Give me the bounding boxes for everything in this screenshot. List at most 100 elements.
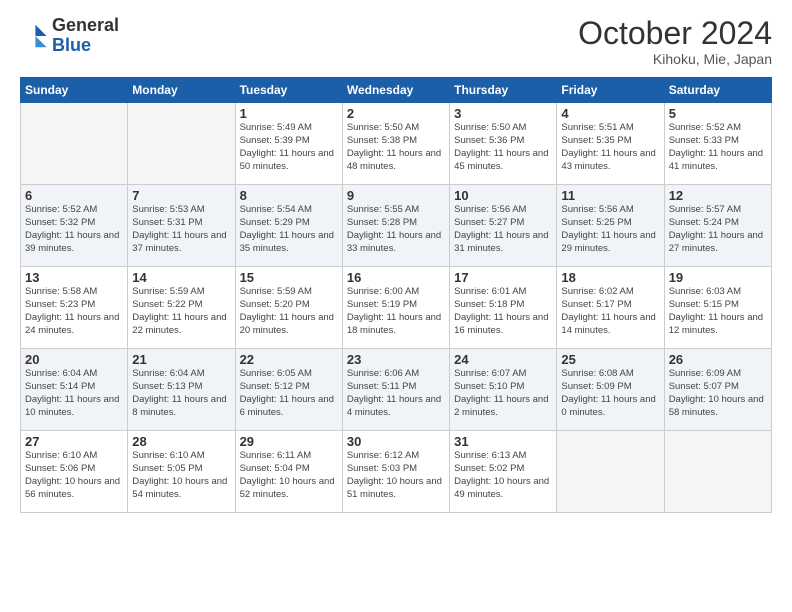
day-number: 6 [25, 188, 123, 203]
table-row: 2Sunrise: 5:50 AMSunset: 5:38 PMDaylight… [342, 103, 449, 185]
day-number: 19 [669, 270, 767, 285]
day-info: Sunrise: 6:07 AMSunset: 5:10 PMDaylight:… [454, 368, 552, 419]
day-number: 17 [454, 270, 552, 285]
day-number: 25 [561, 352, 659, 367]
day-number: 13 [25, 270, 123, 285]
col-monday: Monday [128, 78, 235, 103]
day-info: Sunrise: 5:59 AMSunset: 5:22 PMDaylight:… [132, 286, 230, 337]
col-thursday: Thursday [450, 78, 557, 103]
day-number: 30 [347, 434, 445, 449]
table-row: 16Sunrise: 6:00 AMSunset: 5:19 PMDayligh… [342, 267, 449, 349]
day-info: Sunrise: 6:10 AMSunset: 5:05 PMDaylight:… [132, 450, 230, 501]
table-row: 29Sunrise: 6:11 AMSunset: 5:04 PMDayligh… [235, 431, 342, 513]
calendar-week-row: 6Sunrise: 5:52 AMSunset: 5:32 PMDaylight… [21, 185, 772, 267]
table-row: 18Sunrise: 6:02 AMSunset: 5:17 PMDayligh… [557, 267, 664, 349]
day-number: 31 [454, 434, 552, 449]
table-row: 22Sunrise: 6:05 AMSunset: 5:12 PMDayligh… [235, 349, 342, 431]
day-number: 24 [454, 352, 552, 367]
title-block: October 2024 Kihoku, Mie, Japan [578, 16, 772, 67]
col-wednesday: Wednesday [342, 78, 449, 103]
table-row: 31Sunrise: 6:13 AMSunset: 5:02 PMDayligh… [450, 431, 557, 513]
table-row [664, 431, 771, 513]
day-info: Sunrise: 5:59 AMSunset: 5:20 PMDaylight:… [240, 286, 338, 337]
table-row: 8Sunrise: 5:54 AMSunset: 5:29 PMDaylight… [235, 185, 342, 267]
day-number: 5 [669, 106, 767, 121]
day-info: Sunrise: 5:53 AMSunset: 5:31 PMDaylight:… [132, 204, 230, 255]
day-number: 2 [347, 106, 445, 121]
col-tuesday: Tuesday [235, 78, 342, 103]
day-info: Sunrise: 6:13 AMSunset: 5:02 PMDaylight:… [454, 450, 552, 501]
table-row: 23Sunrise: 6:06 AMSunset: 5:11 PMDayligh… [342, 349, 449, 431]
table-row: 20Sunrise: 6:04 AMSunset: 5:14 PMDayligh… [21, 349, 128, 431]
table-row: 21Sunrise: 6:04 AMSunset: 5:13 PMDayligh… [128, 349, 235, 431]
table-row [21, 103, 128, 185]
day-info: Sunrise: 5:50 AMSunset: 5:38 PMDaylight:… [347, 122, 445, 173]
day-info: Sunrise: 6:09 AMSunset: 5:07 PMDaylight:… [669, 368, 767, 419]
day-info: Sunrise: 6:08 AMSunset: 5:09 PMDaylight:… [561, 368, 659, 419]
calendar-week-row: 20Sunrise: 6:04 AMSunset: 5:14 PMDayligh… [21, 349, 772, 431]
day-info: Sunrise: 5:52 AMSunset: 5:32 PMDaylight:… [25, 204, 123, 255]
col-sunday: Sunday [21, 78, 128, 103]
day-number: 28 [132, 434, 230, 449]
day-info: Sunrise: 6:05 AMSunset: 5:12 PMDaylight:… [240, 368, 338, 419]
table-row: 10Sunrise: 5:56 AMSunset: 5:27 PMDayligh… [450, 185, 557, 267]
table-row: 24Sunrise: 6:07 AMSunset: 5:10 PMDayligh… [450, 349, 557, 431]
table-row: 30Sunrise: 6:12 AMSunset: 5:03 PMDayligh… [342, 431, 449, 513]
day-number: 15 [240, 270, 338, 285]
day-number: 20 [25, 352, 123, 367]
day-info: Sunrise: 6:03 AMSunset: 5:15 PMDaylight:… [669, 286, 767, 337]
day-number: 7 [132, 188, 230, 203]
day-number: 14 [132, 270, 230, 285]
table-row: 17Sunrise: 6:01 AMSunset: 5:18 PMDayligh… [450, 267, 557, 349]
day-info: Sunrise: 5:56 AMSunset: 5:27 PMDaylight:… [454, 204, 552, 255]
day-info: Sunrise: 6:11 AMSunset: 5:04 PMDaylight:… [240, 450, 338, 501]
table-row [128, 103, 235, 185]
calendar-week-row: 1Sunrise: 5:49 AMSunset: 5:39 PMDaylight… [21, 103, 772, 185]
day-info: Sunrise: 5:52 AMSunset: 5:33 PMDaylight:… [669, 122, 767, 173]
day-number: 9 [347, 188, 445, 203]
day-number: 29 [240, 434, 338, 449]
table-row: 25Sunrise: 6:08 AMSunset: 5:09 PMDayligh… [557, 349, 664, 431]
day-number: 12 [669, 188, 767, 203]
day-number: 18 [561, 270, 659, 285]
table-row: 12Sunrise: 5:57 AMSunset: 5:24 PMDayligh… [664, 185, 771, 267]
col-saturday: Saturday [664, 78, 771, 103]
day-number: 21 [132, 352, 230, 367]
day-info: Sunrise: 5:50 AMSunset: 5:36 PMDaylight:… [454, 122, 552, 173]
day-info: Sunrise: 6:06 AMSunset: 5:11 PMDaylight:… [347, 368, 445, 419]
day-info: Sunrise: 5:58 AMSunset: 5:23 PMDaylight:… [25, 286, 123, 337]
table-row: 11Sunrise: 5:56 AMSunset: 5:25 PMDayligh… [557, 185, 664, 267]
day-number: 22 [240, 352, 338, 367]
day-info: Sunrise: 6:04 AMSunset: 5:14 PMDaylight:… [25, 368, 123, 419]
table-row: 1Sunrise: 5:49 AMSunset: 5:39 PMDaylight… [235, 103, 342, 185]
table-row: 4Sunrise: 5:51 AMSunset: 5:35 PMDaylight… [557, 103, 664, 185]
table-row: 5Sunrise: 5:52 AMSunset: 5:33 PMDaylight… [664, 103, 771, 185]
logo-icon [20, 22, 48, 50]
day-number: 10 [454, 188, 552, 203]
day-info: Sunrise: 5:57 AMSunset: 5:24 PMDaylight:… [669, 204, 767, 255]
day-info: Sunrise: 6:12 AMSunset: 5:03 PMDaylight:… [347, 450, 445, 501]
day-info: Sunrise: 6:00 AMSunset: 5:19 PMDaylight:… [347, 286, 445, 337]
table-row: 13Sunrise: 5:58 AMSunset: 5:23 PMDayligh… [21, 267, 128, 349]
header: General Blue October 2024 Kihoku, Mie, J… [20, 16, 772, 67]
table-row: 3Sunrise: 5:50 AMSunset: 5:36 PMDaylight… [450, 103, 557, 185]
table-row: 14Sunrise: 5:59 AMSunset: 5:22 PMDayligh… [128, 267, 235, 349]
day-number: 4 [561, 106, 659, 121]
day-info: Sunrise: 6:01 AMSunset: 5:18 PMDaylight:… [454, 286, 552, 337]
table-row: 6Sunrise: 5:52 AMSunset: 5:32 PMDaylight… [21, 185, 128, 267]
day-number: 23 [347, 352, 445, 367]
month-title: October 2024 [578, 16, 772, 51]
calendar-week-row: 27Sunrise: 6:10 AMSunset: 5:06 PMDayligh… [21, 431, 772, 513]
day-info: Sunrise: 5:49 AMSunset: 5:39 PMDaylight:… [240, 122, 338, 173]
table-row: 15Sunrise: 5:59 AMSunset: 5:20 PMDayligh… [235, 267, 342, 349]
table-row: 28Sunrise: 6:10 AMSunset: 5:05 PMDayligh… [128, 431, 235, 513]
table-row: 27Sunrise: 6:10 AMSunset: 5:06 PMDayligh… [21, 431, 128, 513]
calendar: Sunday Monday Tuesday Wednesday Thursday… [20, 77, 772, 513]
day-info: Sunrise: 6:10 AMSunset: 5:06 PMDaylight:… [25, 450, 123, 501]
day-number: 16 [347, 270, 445, 285]
day-info: Sunrise: 5:51 AMSunset: 5:35 PMDaylight:… [561, 122, 659, 173]
logo-blue-text: Blue [52, 35, 91, 55]
table-row: 19Sunrise: 6:03 AMSunset: 5:15 PMDayligh… [664, 267, 771, 349]
calendar-header-row: Sunday Monday Tuesday Wednesday Thursday… [21, 78, 772, 103]
day-info: Sunrise: 5:56 AMSunset: 5:25 PMDaylight:… [561, 204, 659, 255]
